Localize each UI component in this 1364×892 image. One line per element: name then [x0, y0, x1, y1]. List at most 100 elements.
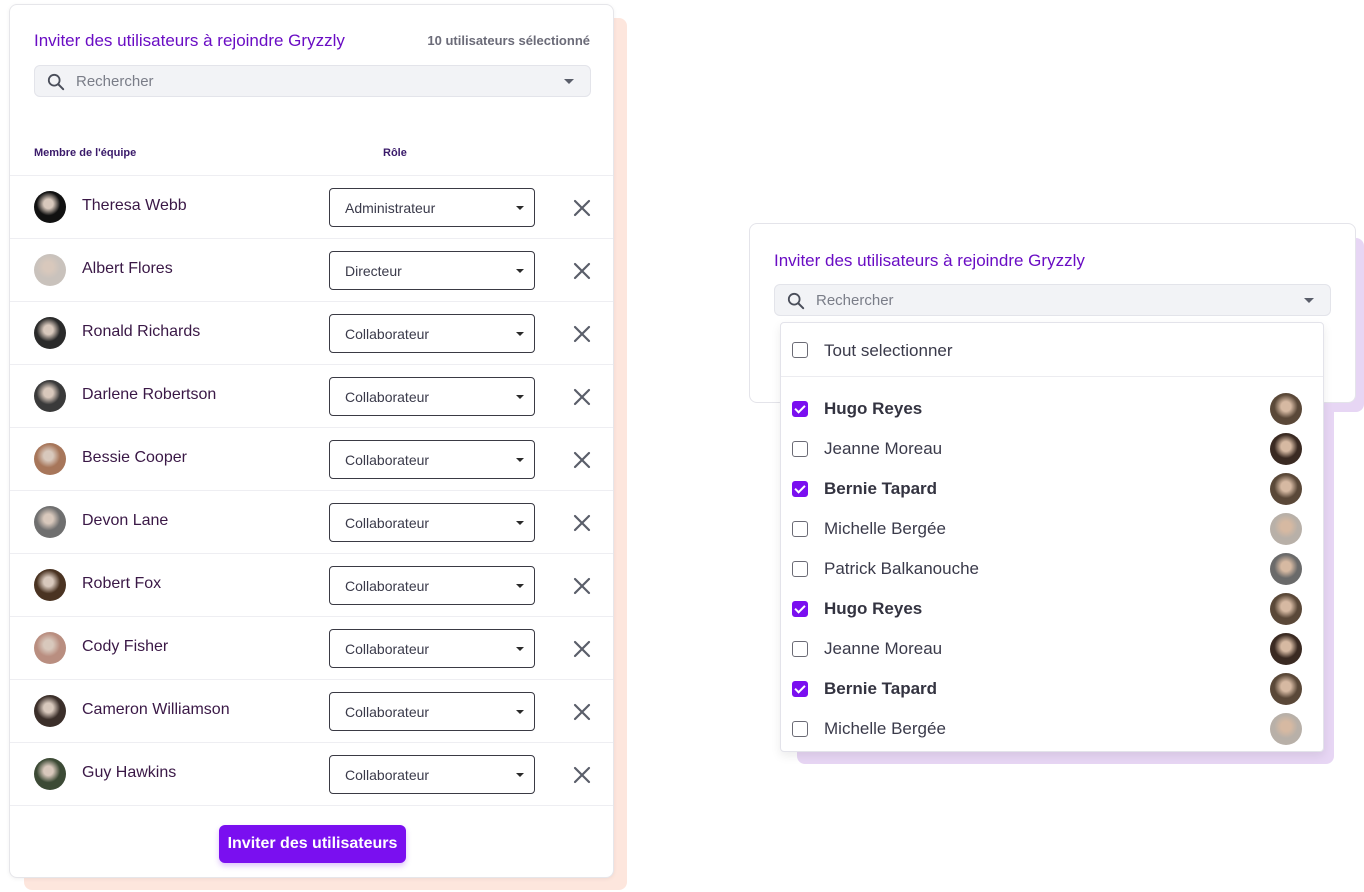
role-value: Collaborateur	[345, 578, 430, 594]
chevron-down-icon	[516, 647, 524, 651]
user-option[interactable]: Jeanne Moreau	[781, 629, 1323, 669]
select-search-input[interactable]	[816, 292, 1216, 309]
member-name: Cody Fisher	[82, 638, 169, 655]
member-row: Albert Flores Directeur	[10, 238, 613, 301]
user-checkbox[interactable]	[792, 441, 808, 457]
column-header-role: Rôle	[383, 147, 407, 159]
avatar	[1270, 633, 1302, 665]
close-icon[interactable]	[572, 450, 592, 470]
user-option[interactable]: Patrick Balkanouche	[781, 549, 1323, 589]
role-select[interactable]: Collaborateur	[329, 377, 535, 416]
role-value: Collaborateur	[345, 767, 430, 783]
avatar	[34, 317, 66, 349]
user-option[interactable]: Michelle Bergée	[781, 509, 1323, 549]
chevron-down-icon	[516, 773, 524, 777]
role-select[interactable]: Collaborateur	[329, 692, 535, 731]
avatar	[1270, 673, 1302, 705]
chevron-down-icon	[516, 395, 524, 399]
role-value: Collaborateur	[345, 326, 430, 342]
search-icon	[47, 73, 65, 91]
user-option-label: Bernie Tapard	[824, 479, 938, 498]
member-row: Ronald Richards Collaborateur	[10, 301, 613, 364]
select-all-option[interactable]: Tout selectionner	[781, 323, 1323, 377]
user-option[interactable]: Hugo Reyes	[781, 389, 1323, 429]
close-icon[interactable]	[572, 198, 592, 218]
member-row: Cameron Williamson Collaborateur	[10, 679, 613, 742]
role-select[interactable]: Administrateur	[329, 188, 535, 227]
member-row: Cody Fisher Collaborateur	[10, 616, 613, 679]
close-icon[interactable]	[572, 639, 592, 659]
member-name: Bessie Cooper	[82, 449, 187, 466]
user-option[interactable]: Bernie Tapard	[781, 669, 1323, 709]
close-icon[interactable]	[572, 765, 592, 785]
select-search-box[interactable]	[774, 284, 1331, 316]
avatar	[1270, 513, 1302, 545]
close-icon[interactable]	[572, 702, 592, 722]
user-checkbox[interactable]	[792, 681, 808, 697]
close-icon[interactable]	[572, 324, 592, 344]
member-name: Darlene Robertson	[82, 386, 217, 403]
close-icon[interactable]	[572, 387, 592, 407]
member-row: Darlene Robertson Collaborateur	[10, 364, 613, 427]
user-checkbox[interactable]	[792, 561, 808, 577]
avatar	[34, 380, 66, 412]
member-name: Cameron Williamson	[82, 701, 230, 718]
invite-panel: Inviter des utilisateurs à rejoindre Gry…	[9, 4, 614, 878]
invite-users-button[interactable]: Inviter des utilisateurs	[219, 825, 406, 863]
member-row: Robert Fox Collaborateur	[10, 553, 613, 616]
role-select[interactable]: Collaborateur	[329, 566, 535, 605]
user-option-label: Jeanne Moreau	[824, 439, 943, 458]
member-row: Theresa Webb Administrateur	[10, 175, 613, 238]
avatar	[1270, 473, 1302, 505]
close-icon[interactable]	[572, 513, 592, 533]
role-select[interactable]: Directeur	[329, 251, 535, 290]
user-checkbox[interactable]	[792, 401, 808, 417]
role-select[interactable]: Collaborateur	[329, 314, 535, 353]
avatar	[34, 695, 66, 727]
user-checkbox[interactable]	[792, 601, 808, 617]
chevron-down-icon	[516, 458, 524, 462]
user-checkbox[interactable]	[792, 481, 808, 497]
search-box[interactable]	[34, 65, 591, 97]
user-option[interactable]: Hugo Reyes	[781, 589, 1323, 629]
avatar	[1270, 593, 1302, 625]
user-option[interactable]: Bernie Tapard	[781, 469, 1323, 509]
user-option-label: Bernie Tapard	[824, 679, 938, 698]
role-value: Directeur	[345, 263, 402, 279]
user-option-label: Jeanne Moreau	[824, 639, 943, 658]
avatar	[34, 632, 66, 664]
role-value: Collaborateur	[345, 515, 430, 531]
user-checkbox[interactable]	[792, 721, 808, 737]
avatar	[34, 191, 66, 223]
selected-count: 10 utilisateurs sélectionné	[427, 33, 590, 48]
role-value: Administrateur	[345, 200, 436, 216]
user-option-label: Patrick Balkanouche	[824, 559, 979, 578]
chevron-down-icon[interactable]	[564, 79, 574, 84]
user-select-dropdown: Tout selectionner Hugo Reyes Jeanne More…	[780, 322, 1324, 752]
chevron-down-icon	[516, 206, 524, 210]
role-select[interactable]: Collaborateur	[329, 440, 535, 479]
user-option[interactable]: Jeanne Moreau	[781, 429, 1323, 469]
search-input[interactable]	[76, 73, 476, 90]
chevron-down-icon	[516, 521, 524, 525]
close-icon[interactable]	[572, 576, 592, 596]
invite-panel-title: Inviter des utilisateurs à rejoindre Gry…	[34, 31, 345, 50]
chevron-down-icon[interactable]	[1304, 298, 1314, 303]
user-checkbox[interactable]	[792, 641, 808, 657]
member-name: Robert Fox	[82, 575, 162, 592]
member-name: Albert Flores	[82, 260, 173, 277]
role-select[interactable]: Collaborateur	[329, 503, 535, 542]
close-icon[interactable]	[572, 261, 592, 281]
role-value: Collaborateur	[345, 452, 430, 468]
select-all-checkbox[interactable]	[792, 342, 808, 358]
role-select[interactable]: Collaborateur	[329, 629, 535, 668]
user-option-label: Michelle Bergée	[824, 519, 946, 538]
avatar	[34, 506, 66, 538]
user-option[interactable]: Michelle Bergée	[781, 709, 1323, 749]
user-checkbox[interactable]	[792, 521, 808, 537]
member-row: Bessie Cooper Collaborateur	[10, 427, 613, 490]
search-icon	[787, 292, 805, 310]
member-row: Devon Lane Collaborateur	[10, 490, 613, 553]
role-select[interactable]: Collaborateur	[329, 755, 535, 794]
member-list: Theresa Webb Administrateur Albert Flore…	[10, 175, 613, 806]
